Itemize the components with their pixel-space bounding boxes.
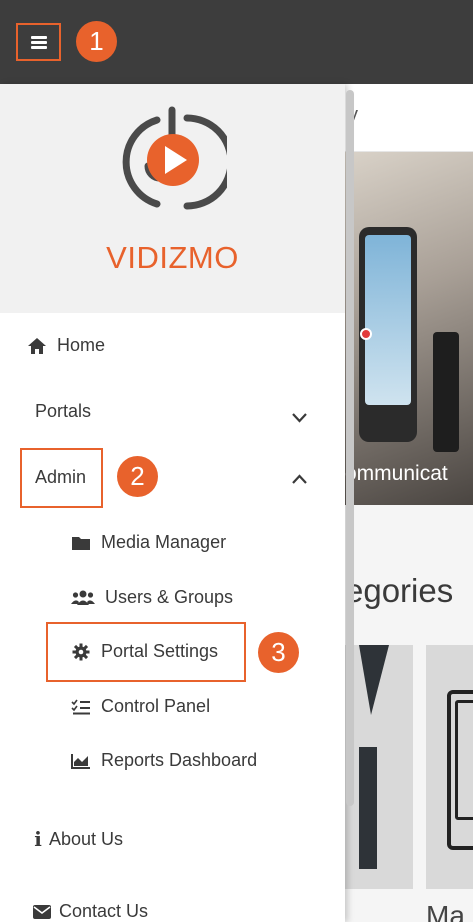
folder-icon [71, 535, 91, 551]
logo-area: VIDIZMO [0, 84, 345, 313]
category-card-title: Ma [426, 900, 465, 922]
nav-item-label: About Us [49, 828, 124, 849]
submenu-item-label: Reports Dashboard [101, 750, 258, 770]
hamburger-menu-button[interactable] [16, 23, 61, 61]
submenu-item-users-groups[interactable]: Users & Groups [71, 587, 233, 608]
submenu-item-label: Portal Settings [101, 641, 219, 661]
category-card[interactable] [345, 645, 413, 889]
info-icon: i [34, 827, 42, 851]
submenu-item-label: Media Manager [101, 532, 227, 552]
submenu-item-reports-dashboard[interactable]: Reports Dashboard [71, 750, 257, 771]
nav-item-admin[interactable]: Admin [35, 467, 86, 488]
nav-item-label: Admin [35, 467, 87, 487]
step-callout-2: 2 [117, 456, 158, 497]
breadcrumb: y [345, 84, 473, 152]
nav-item-contact-us[interactable]: Contact Us [33, 901, 148, 922]
hero-image[interactable] [345, 152, 473, 505]
submenu-item-control-panel[interactable]: Control Panel [71, 696, 210, 717]
tripod-shape [433, 332, 459, 452]
nav-item-portals[interactable]: Portals [35, 401, 91, 422]
checklist-icon [71, 699, 91, 715]
drawer-scrollbar[interactable] [346, 90, 354, 806]
chart-icon [71, 753, 91, 769]
brand-name: VIDIZMO [106, 240, 239, 275]
hero-caption: ommunicat [345, 462, 448, 485]
home-icon [27, 337, 47, 355]
categories-heading: egories [345, 572, 454, 609]
step-callout-3: 3 [258, 632, 299, 673]
step-callout-1: 1 [76, 21, 117, 62]
nav-item-label: Contact Us [59, 901, 149, 921]
vidizmo-play-logo [122, 106, 227, 210]
nav-item-label: Portals [35, 401, 92, 421]
gear-icon [71, 643, 91, 661]
submenu-item-portal-settings[interactable]: Portal Settings [71, 641, 218, 662]
submenu-item-label: Control Panel [101, 696, 211, 716]
envelope-icon [33, 904, 51, 919]
submenu-item-label: Users & Groups [105, 587, 234, 607]
nav-item-label: Home [57, 335, 106, 355]
nav-item-about-us[interactable]: i About Us [33, 827, 123, 851]
users-icon [71, 590, 95, 606]
chevron-down-icon[interactable] [291, 409, 308, 426]
nav-item-home[interactable]: Home [27, 335, 105, 356]
submenu-item-media-manager[interactable]: Media Manager [71, 532, 226, 553]
category-card[interactable] [426, 645, 473, 889]
chevron-up-icon[interactable] [291, 471, 308, 488]
phone-screen [365, 235, 411, 405]
record-dot [360, 328, 372, 340]
top-bar: 1 [0, 0, 473, 84]
hamburger-icon [30, 35, 47, 49]
side-drawer: VIDIZMO Home Portals Admin 2 Media Manag… [0, 84, 345, 922]
